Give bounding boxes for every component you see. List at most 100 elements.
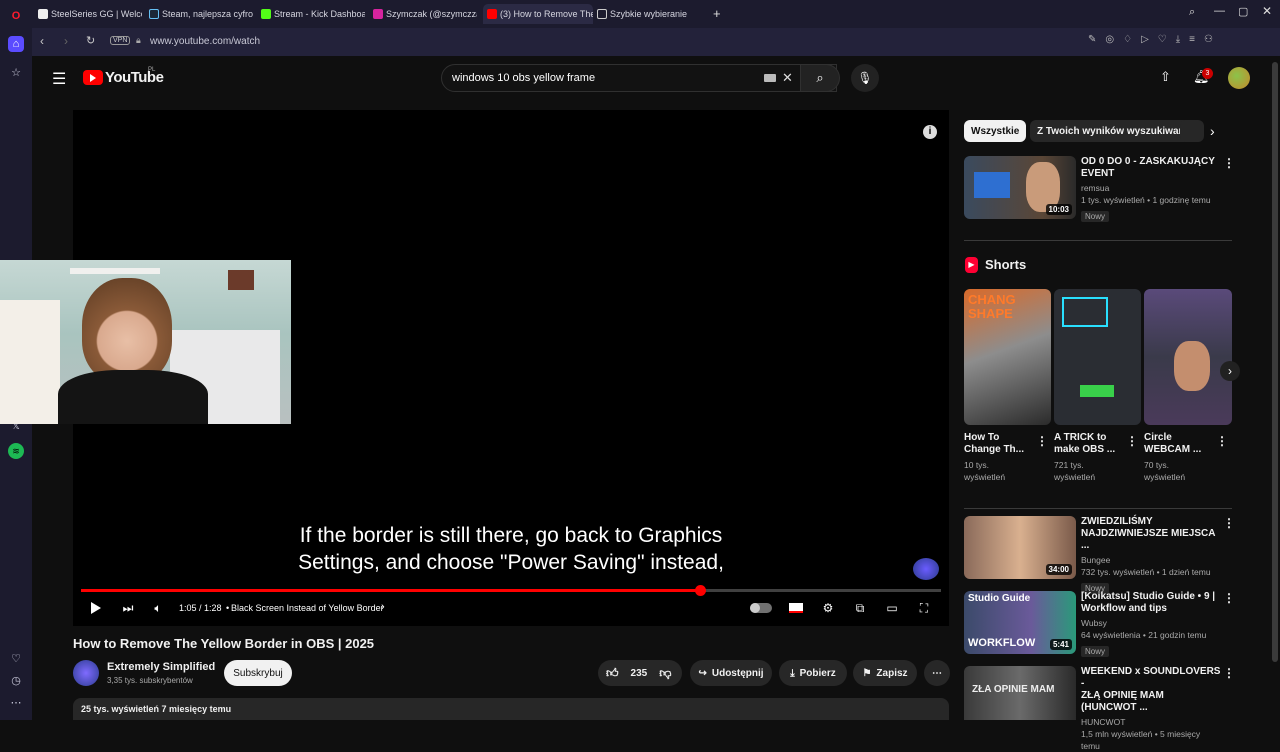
- chip-more[interactable]: [1180, 120, 1204, 142]
- play-button[interactable]: [87, 600, 105, 616]
- channel-name[interactable]: Extremely Simplified: [107, 661, 215, 673]
- webcam-overlay: [0, 260, 291, 424]
- reload-icon[interactable]: ↻: [86, 34, 95, 47]
- tab-speed-dial[interactable]: Szybkie wybieranie: [597, 4, 701, 24]
- rec-info[interactable]: WEEKEND x SOUNDLOVERS - ZŁĄ OPINIĘ MAM (…: [1081, 666, 1221, 752]
- subscribe-button[interactable]: Subskrybuj: [224, 660, 292, 686]
- next-button[interactable]: ⏭︎: [119, 600, 137, 616]
- save-button[interactable]: ⚑ Zapisz: [853, 660, 917, 686]
- rec-thumbnail[interactable]: 10:03: [964, 156, 1076, 219]
- close-window-icon[interactable]: ✕: [1262, 4, 1272, 18]
- steelseries-icon: [38, 9, 48, 19]
- new-tab-icon[interactable]: +: [713, 6, 721, 21]
- share-button[interactable]: ↪ Udostępnij: [690, 660, 772, 686]
- description-box[interactable]: 25 tys. wyświetleń 7 miesięcy temu: [73, 698, 949, 720]
- channel-watermark-icon[interactable]: [913, 558, 939, 580]
- short-menu-icon[interactable]: ⋮: [1126, 434, 1138, 448]
- grid-icon: [597, 9, 607, 19]
- chapter-title[interactable]: Black Screen Instead of Yellow Border: [231, 603, 384, 613]
- page-scrollbar[interactable]: [1272, 62, 1278, 662]
- spotify-icon[interactable]: ≋: [8, 443, 24, 459]
- short-info[interactable]: How To Change Th... 10 tys. wyświetleń: [964, 432, 1034, 483]
- like-icon[interactable]: 👍︎: [606, 666, 619, 681]
- autoplay-toggle[interactable]: [750, 603, 772, 613]
- short-menu-icon[interactable]: ⋮: [1216, 434, 1228, 448]
- short-info[interactable]: A TRICK to make OBS ... 721 tys. wyświet…: [1054, 432, 1124, 483]
- url-text[interactable]: www.youtube.com/watch: [150, 36, 260, 47]
- tab-youtube-active[interactable]: (3) How to Remove The Y: [483, 4, 593, 24]
- channel-avatar[interactable]: [73, 660, 99, 686]
- save-icon: ⚑: [862, 667, 872, 679]
- miniplayer-icon[interactable]: ⧉: [851, 600, 869, 616]
- more-icon[interactable]: ⋯: [8, 694, 24, 710]
- history-icon[interactable]: ◷: [8, 672, 24, 688]
- theater-mode-icon[interactable]: ▭: [883, 600, 901, 616]
- rec-info[interactable]: OD 0 DO 0 - ZASKAKUJĄCY EVENT remsua 1 t…: [1081, 156, 1221, 224]
- short-info[interactable]: Circle WEBCAM ... 70 tys. wyświetleń: [1144, 432, 1214, 483]
- volume-icon[interactable]: 🔈︎: [149, 600, 167, 616]
- like-count[interactable]: 235: [631, 668, 648, 679]
- voice-search-button[interactable]: 🎙︎: [851, 64, 879, 92]
- search-tabs-icon[interactable]: ⌕: [1189, 6, 1195, 19]
- chip-from-search[interactable]: Z Twoich wyników wyszukiwania: [1030, 120, 1200, 142]
- search-button[interactable]: ⌕: [800, 64, 840, 92]
- short-thumbnail[interactable]: [1144, 289, 1232, 425]
- rec-thumbnail[interactable]: ZŁA OPINIE MAM: [964, 666, 1076, 720]
- youtube-tab-icon: [487, 9, 497, 19]
- minimize-icon[interactable]: —: [1214, 5, 1225, 17]
- short-menu-icon[interactable]: ⋮: [1036, 434, 1048, 448]
- rec-info[interactable]: [Koikatsu] Studio Guide • 9 | Workflow a…: [1081, 591, 1221, 659]
- dislike-icon[interactable]: 👎︎: [659, 666, 671, 681]
- description-meta: 25 tys. wyświetleń 7 miesięcy temu: [81, 704, 232, 714]
- chapter-chevron-icon[interactable]: ›: [381, 601, 385, 613]
- subtitles-icon[interactable]: [787, 600, 805, 616]
- search-input[interactable]: windows 10 obs yellow frame: [452, 72, 595, 84]
- rec-info[interactable]: ZWIEDZILIŚMY NAJDZIWNIEJSZE MIEJSCA ... …: [1081, 516, 1221, 596]
- vpn-badge[interactable]: VPN: [110, 36, 131, 45]
- chip-all[interactable]: Wszystkie: [964, 120, 1027, 142]
- star-icon[interactable]: ☆: [8, 64, 24, 80]
- new-badge: Nowy: [1081, 211, 1110, 222]
- chips-next-icon[interactable]: ›: [1210, 123, 1215, 139]
- tab-steam[interactable]: Steam, najlepsza cyfrowa: [149, 4, 253, 24]
- rec-menu-icon[interactable]: ⋮: [1223, 516, 1235, 530]
- progress-bar[interactable]: [81, 585, 941, 596]
- fullscreen-icon[interactable]: ⛶: [915, 600, 933, 616]
- download-button[interactable]: ⤓ Pobierz: [779, 660, 847, 686]
- tab-kick[interactable]: Stream - Kick Dashboard: [261, 4, 365, 24]
- new-badge: Nowy: [1081, 646, 1110, 657]
- heart-icon[interactable]: ♡: [8, 650, 24, 666]
- home-icon[interactable]: ⌂: [8, 36, 24, 52]
- rec-thumbnail[interactable]: 34:00: [964, 516, 1076, 579]
- search-box[interactable]: windows 10 obs yellow frame ✕: [441, 64, 837, 92]
- rec-menu-icon[interactable]: ⋮: [1223, 666, 1235, 680]
- upload-icon[interactable]: ⇧: [1160, 69, 1171, 85]
- rec-thumbnail[interactable]: Studio Guide WORKFLOW 5:41: [964, 591, 1076, 654]
- keyboard-icon[interactable]: [764, 74, 776, 82]
- shorts-next-icon[interactable]: ›: [1220, 361, 1240, 381]
- tab-instagram[interactable]: Szymczak (@szymczzak) •: [373, 4, 477, 24]
- tab-steelseries[interactable]: SteelSeries GG | Welcome: [38, 4, 142, 24]
- avatar[interactable]: [1228, 67, 1250, 89]
- more-actions-button[interactable]: ⋯: [924, 660, 950, 686]
- forward-icon[interactable]: ›: [64, 34, 68, 48]
- back-icon[interactable]: ‹: [40, 34, 44, 48]
- rec-menu-icon[interactable]: ⋮: [1223, 591, 1235, 605]
- youtube-logo-icon[interactable]: [83, 70, 103, 85]
- divider: [964, 240, 1232, 241]
- progress-fill: [81, 589, 701, 592]
- maximize-icon[interactable]: ▢: [1238, 5, 1248, 18]
- opera-logo-icon[interactable]: O: [8, 8, 24, 24]
- caption: If the border is still there, go back to…: [298, 524, 724, 574]
- menu-icon[interactable]: ☰: [52, 69, 66, 89]
- rec-menu-icon[interactable]: ⋮: [1223, 156, 1235, 170]
- info-icon[interactable]: i: [923, 125, 937, 139]
- short-thumbnail[interactable]: [1054, 289, 1141, 425]
- address-bar-tool-icons[interactable]: ✎◎♢▷♡⤓≡⚇: [1088, 34, 1222, 45]
- streamer-face: [82, 278, 172, 383]
- short-thumbnail[interactable]: CHANG SHAPE: [964, 289, 1051, 425]
- settings-gear-icon[interactable]: ⚙︎: [819, 600, 837, 616]
- rec-duration: 10:03: [1045, 204, 1072, 215]
- progress-scrubber[interactable]: [695, 585, 707, 596]
- clear-search-icon[interactable]: ✕: [782, 70, 793, 86]
